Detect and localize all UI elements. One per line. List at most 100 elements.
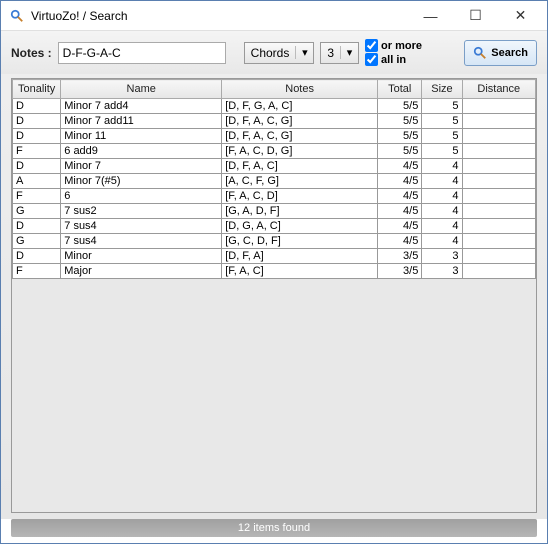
cell-distance [462, 264, 535, 279]
header-tonality[interactable]: Tonality [13, 80, 61, 99]
cell-distance [462, 234, 535, 249]
window-title: VirtuoZo! / Search [31, 9, 408, 23]
results-grid: Tonality Name Notes Total Size Distance … [11, 78, 537, 513]
cell-notes: [F, A, C, D] [222, 189, 378, 204]
cell-distance [462, 114, 535, 129]
cell-name: Minor 11 [61, 129, 222, 144]
all-in-checkbox[interactable] [365, 53, 378, 66]
cell-name: Minor 7 [61, 159, 222, 174]
content-area: Tonality Name Notes Total Size Distance … [1, 74, 547, 519]
cell-notes: [F, A, C, D, G] [222, 144, 378, 159]
cell-size: 5 [422, 99, 462, 114]
all-in-checkbox-label[interactable]: all in [365, 53, 422, 66]
cell-tonality: F [13, 144, 61, 159]
cell-total: 5/5 [378, 99, 422, 114]
cell-tonality: F [13, 189, 61, 204]
cell-size: 4 [422, 159, 462, 174]
cell-distance [462, 204, 535, 219]
cell-tonality: F [13, 264, 61, 279]
cell-tonality: D [13, 114, 61, 129]
filter-checkboxes: or more all in [365, 39, 422, 66]
close-button[interactable]: ✕ [498, 2, 543, 30]
cell-tonality: G [13, 234, 61, 249]
mode-select[interactable]: Chords ▾ [244, 42, 315, 64]
table-row[interactable]: F6[F, A, C, D]4/54 [13, 189, 536, 204]
count-select-value: 3 [321, 46, 340, 60]
status-bar: 12 items found [11, 519, 537, 537]
cell-name: 6 add9 [61, 144, 222, 159]
chevron-down-icon: ▾ [295, 46, 313, 59]
cell-notes: [D, F, G, A, C] [222, 99, 378, 114]
cell-distance [462, 99, 535, 114]
cell-size: 4 [422, 204, 462, 219]
cell-distance [462, 189, 535, 204]
table-row[interactable]: DMinor 7 add11[D, F, A, C, G]5/55 [13, 114, 536, 129]
cell-total: 4/5 [378, 219, 422, 234]
cell-tonality: D [13, 129, 61, 144]
cell-total: 4/5 [378, 159, 422, 174]
table-row[interactable]: D7 sus4[D, G, A, C]4/54 [13, 219, 536, 234]
cell-notes: [D, F, A, C, G] [222, 129, 378, 144]
results-table: Tonality Name Notes Total Size Distance … [12, 79, 536, 279]
header-notes[interactable]: Notes [222, 80, 378, 99]
count-select[interactable]: 3 ▾ [320, 42, 359, 64]
cell-notes: [A, C, F, G] [222, 174, 378, 189]
cell-size: 4 [422, 219, 462, 234]
cell-total: 5/5 [378, 114, 422, 129]
cell-total: 3/5 [378, 249, 422, 264]
cell-total: 4/5 [378, 234, 422, 249]
table-row[interactable]: G7 sus2[G, A, D, F]4/54 [13, 204, 536, 219]
table-row[interactable]: DMinor 7 add4[D, F, G, A, C]5/55 [13, 99, 536, 114]
cell-name: 7 sus2 [61, 204, 222, 219]
cell-total: 4/5 [378, 189, 422, 204]
or-more-checkbox-label[interactable]: or more [365, 39, 422, 52]
header-total[interactable]: Total [378, 80, 422, 99]
app-icon [9, 8, 25, 24]
toolbar: Notes : Chords ▾ 3 ▾ or more all in Sear… [1, 31, 547, 74]
cell-distance [462, 144, 535, 159]
cell-size: 5 [422, 114, 462, 129]
header-name[interactable]: Name [61, 80, 222, 99]
table-row[interactable]: DMinor[D, F, A]3/53 [13, 249, 536, 264]
table-row[interactable]: F6 add9[F, A, C, D, G]5/55 [13, 144, 536, 159]
header-size[interactable]: Size [422, 80, 462, 99]
notes-input[interactable] [58, 42, 226, 64]
cell-total: 4/5 [378, 174, 422, 189]
titlebar: VirtuoZo! / Search — ☐ ✕ [1, 1, 547, 31]
cell-total: 5/5 [378, 129, 422, 144]
header-distance[interactable]: Distance [462, 80, 535, 99]
cell-distance [462, 174, 535, 189]
cell-size: 4 [422, 174, 462, 189]
search-button[interactable]: Search [464, 40, 537, 66]
table-row[interactable]: G7 sus4[G, C, D, F]4/54 [13, 234, 536, 249]
cell-tonality: D [13, 159, 61, 174]
notes-label: Notes : [11, 46, 52, 60]
cell-size: 4 [422, 234, 462, 249]
cell-tonality: D [13, 99, 61, 114]
cell-size: 5 [422, 129, 462, 144]
table-row[interactable]: AMinor 7(#5)[A, C, F, G]4/54 [13, 174, 536, 189]
minimize-button[interactable]: — [408, 2, 453, 30]
table-row[interactable]: DMinor 7[D, F, A, C]4/54 [13, 159, 536, 174]
cell-distance [462, 219, 535, 234]
cell-notes: [G, C, D, F] [222, 234, 378, 249]
cell-total: 3/5 [378, 264, 422, 279]
cell-size: 3 [422, 264, 462, 279]
cell-tonality: G [13, 204, 61, 219]
cell-distance [462, 249, 535, 264]
cell-name: Minor [61, 249, 222, 264]
cell-notes: [D, F, A] [222, 249, 378, 264]
or-more-checkbox[interactable] [365, 39, 378, 52]
cell-notes: [G, A, D, F] [222, 204, 378, 219]
table-row[interactable]: FMajor[F, A, C]3/53 [13, 264, 536, 279]
search-icon [473, 46, 487, 60]
table-header-row: Tonality Name Notes Total Size Distance [13, 80, 536, 99]
cell-name: Minor 7 add4 [61, 99, 222, 114]
cell-name: 6 [61, 189, 222, 204]
mode-select-value: Chords [245, 46, 296, 60]
cell-notes: [D, F, A, C] [222, 159, 378, 174]
cell-distance [462, 129, 535, 144]
cell-size: 5 [422, 144, 462, 159]
maximize-button[interactable]: ☐ [453, 2, 498, 30]
table-row[interactable]: DMinor 11[D, F, A, C, G]5/55 [13, 129, 536, 144]
